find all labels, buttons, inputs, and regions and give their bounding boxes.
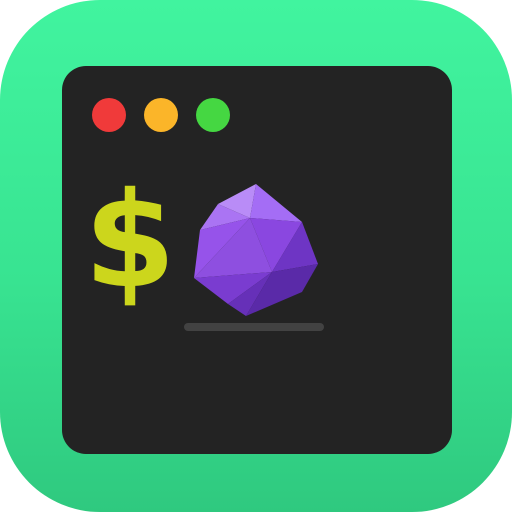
- close-button[interactable]: [92, 98, 126, 132]
- cursor-underline: [184, 323, 324, 331]
- dollar-prompt-icon: $: [84, 164, 176, 318]
- zoom-button[interactable]: [196, 98, 230, 132]
- gem-icon: [194, 184, 318, 316]
- minimize-button[interactable]: [144, 98, 178, 132]
- gem-facet-top-right: [250, 184, 302, 222]
- app-icon-background: $: [0, 0, 512, 512]
